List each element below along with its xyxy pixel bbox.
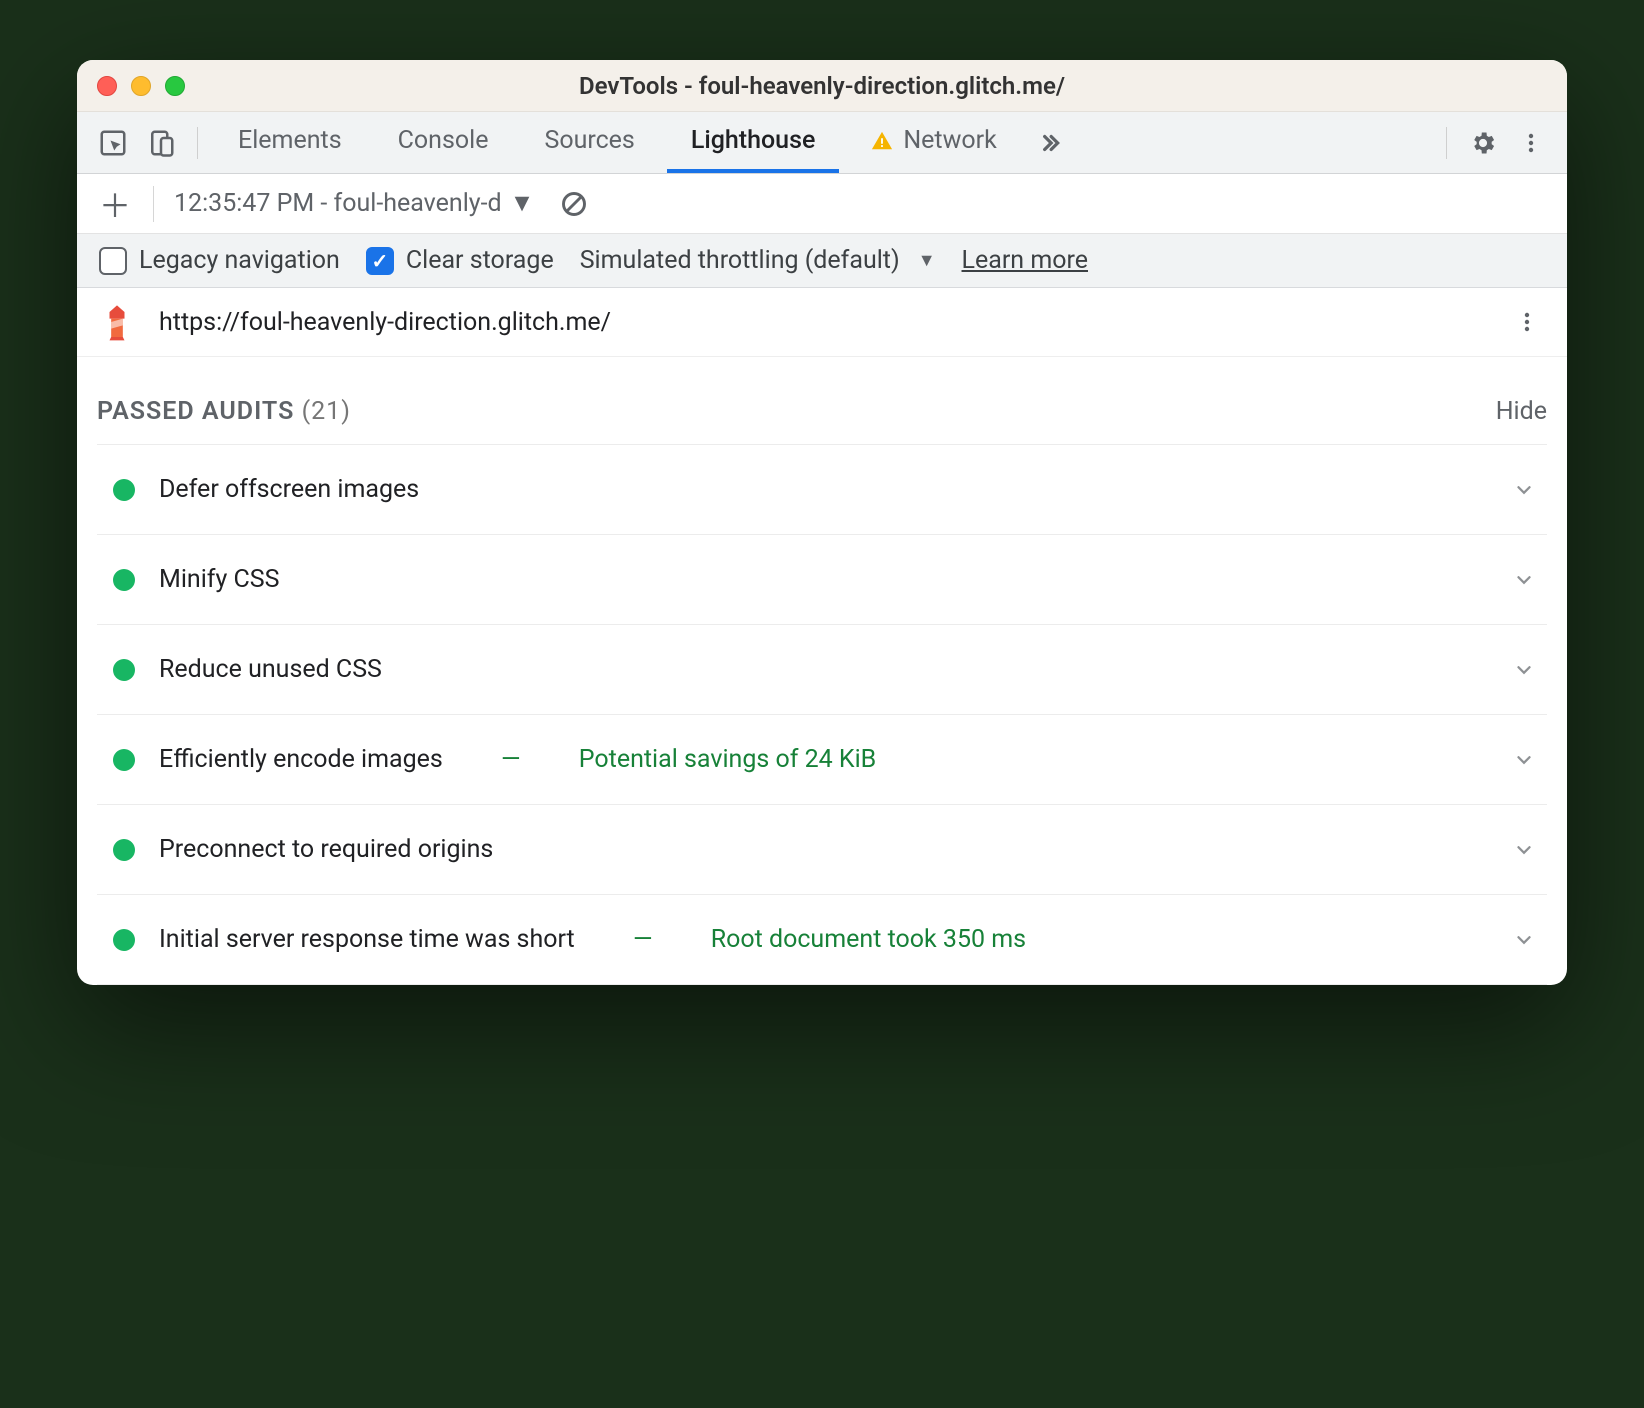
audit-row[interactable]: Initial server response time was short —… — [97, 894, 1547, 985]
audit-row[interactable]: Reduce unused CSS — [97, 624, 1547, 714]
clear-storage-label: Clear storage — [406, 246, 554, 275]
throttling-label: Simulated throttling (default) — [580, 246, 900, 275]
lighthouse-toolbar: ＋ 12:35:47 PM - foul-heavenly-d ▼ — [77, 174, 1567, 234]
options-bar: Legacy navigation ✓ Clear storage Simula… — [77, 234, 1567, 288]
audit-row[interactable]: Preconnect to required origins — [97, 804, 1547, 894]
warning-icon — [871, 130, 893, 152]
audit-row[interactable]: Minify CSS — [97, 534, 1547, 624]
checkbox-unchecked-icon — [99, 247, 127, 275]
report-selector-label: 12:35:47 PM - foul-heavenly-d — [174, 189, 502, 218]
audit-list: Defer offscreen images Minify CSS Reduce u… — [97, 444, 1547, 985]
overflow-menu-icon[interactable] — [1511, 123, 1551, 163]
divider — [197, 127, 198, 159]
chevron-down-icon — [1513, 929, 1535, 951]
clear-report-icon[interactable] — [554, 184, 594, 224]
audit-extra: Potential savings of 24 KiB — [579, 745, 877, 774]
pass-status-icon — [113, 749, 135, 771]
audit-title: Minify CSS — [159, 565, 279, 594]
audit-title: Reduce unused CSS — [159, 655, 382, 684]
chevron-down-icon — [1513, 749, 1535, 771]
pass-status-icon — [113, 839, 135, 861]
tab-elements[interactable]: Elements — [214, 112, 366, 173]
devtools-window: DevTools - foul-heavenly-direction.glitc… — [77, 60, 1567, 985]
window-title: DevTools - foul-heavenly-direction.glitc… — [77, 72, 1567, 100]
device-toolbar-icon[interactable] — [141, 123, 181, 163]
report-menu-icon[interactable] — [1507, 302, 1547, 342]
chevron-down-icon — [1513, 659, 1535, 681]
minimize-window-button[interactable] — [131, 76, 151, 96]
tab-network[interactable]: Network — [847, 112, 1020, 173]
audit-title: Preconnect to required origins — [159, 835, 493, 864]
report-selector[interactable]: 12:35:47 PM - foul-heavenly-d ▼ — [174, 189, 534, 218]
clear-storage-option[interactable]: ✓ Clear storage — [366, 246, 554, 275]
pass-status-icon — [113, 569, 135, 591]
chevron-down-icon — [1513, 839, 1535, 861]
divider — [153, 186, 154, 222]
passed-audits-section: PASSED AUDITS (21) Hide Defer offscreen … — [77, 357, 1567, 985]
maximize-window-button[interactable] — [165, 76, 185, 96]
hide-button[interactable]: Hide — [1496, 397, 1547, 426]
traffic-lights — [97, 76, 185, 96]
dropdown-caret-icon: ▼ — [510, 189, 535, 218]
new-report-button[interactable]: ＋ — [97, 181, 133, 227]
section-title: PASSED AUDITS (21) — [97, 397, 351, 426]
pass-status-icon — [113, 479, 135, 501]
settings-icon[interactable] — [1463, 123, 1503, 163]
inspect-element-icon[interactable] — [93, 123, 133, 163]
chevron-down-icon — [1513, 479, 1535, 501]
tab-console[interactable]: Console — [374, 112, 513, 173]
throttling-select[interactable]: Simulated throttling (default) ▼ — [580, 246, 936, 275]
legacy-navigation-option[interactable]: Legacy navigation — [99, 246, 340, 275]
tab-network-label: Network — [903, 126, 996, 155]
checkbox-checked-icon: ✓ — [366, 247, 394, 275]
report-url: https://foul-heavenly-direction.glitch.m… — [159, 308, 1485, 337]
tab-lighthouse[interactable]: Lighthouse — [667, 112, 840, 173]
dropdown-caret-icon: ▼ — [918, 250, 936, 271]
dash: — — [501, 745, 521, 774]
section-header[interactable]: PASSED AUDITS (21) Hide — [97, 397, 1547, 444]
audit-title: Initial server response time was short — [159, 925, 575, 954]
pass-status-icon — [113, 929, 135, 951]
audit-title: Efficiently encode images — [159, 745, 443, 774]
legacy-navigation-label: Legacy navigation — [139, 246, 340, 275]
close-window-button[interactable] — [97, 76, 117, 96]
titlebar: DevTools - foul-heavenly-direction.glitc… — [77, 60, 1567, 112]
more-tabs-icon[interactable] — [1029, 123, 1069, 163]
audit-row[interactable]: Efficiently encode images — Potential sa… — [97, 714, 1547, 804]
divider — [1446, 127, 1447, 159]
pass-status-icon — [113, 659, 135, 681]
audit-title: Defer offscreen images — [159, 475, 419, 504]
lighthouse-icon — [97, 302, 137, 342]
tab-sources[interactable]: Sources — [520, 112, 658, 173]
audit-extra: Root document took 350 ms — [711, 925, 1026, 954]
tabstrip: Elements Console Sources Lighthouse Netw… — [77, 112, 1567, 174]
dash: — — [633, 925, 653, 954]
section-count: (21) — [302, 397, 351, 426]
audit-row[interactable]: Defer offscreen images — [97, 444, 1547, 534]
report-header: https://foul-heavenly-direction.glitch.m… — [77, 288, 1567, 357]
chevron-down-icon — [1513, 569, 1535, 591]
section-title-text: PASSED AUDITS — [97, 397, 294, 426]
learn-more-link[interactable]: Learn more — [962, 246, 1088, 275]
